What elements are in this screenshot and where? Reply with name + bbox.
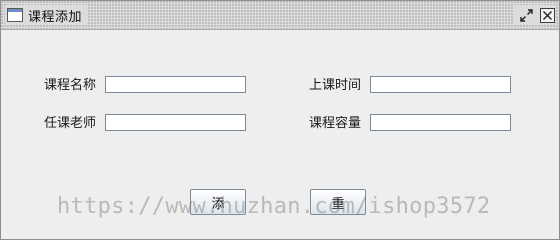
teacher-input[interactable] bbox=[105, 114, 246, 131]
course-name-label: 课程名称 bbox=[44, 78, 97, 93]
class-time-input[interactable] bbox=[370, 76, 511, 93]
course-name-input[interactable] bbox=[105, 76, 246, 93]
add-button[interactable]: 添 bbox=[190, 189, 246, 215]
course-add-window: 课程添加 课程名称 上课时间 任课老师 课程容量 添 重 https://www… bbox=[0, 0, 560, 240]
window-controls bbox=[513, 5, 555, 25]
teacher-label: 任课老师 bbox=[44, 116, 97, 131]
window-app-icon bbox=[7, 8, 23, 22]
window-title: 课程添加 bbox=[28, 9, 83, 25]
reset-button[interactable]: 重 bbox=[310, 189, 366, 215]
capacity-input[interactable] bbox=[370, 114, 511, 131]
title-group: 课程添加 bbox=[5, 5, 89, 25]
class-time-label: 上课时间 bbox=[309, 78, 362, 93]
restore-icon bbox=[520, 8, 533, 22]
restore-button[interactable] bbox=[519, 8, 534, 23]
close-button[interactable] bbox=[540, 7, 555, 23]
title-bar[interactable]: 课程添加 bbox=[1, 1, 559, 30]
watermark-text: https://www.huzhan.com/ishop3572 bbox=[57, 194, 491, 219]
capacity-label: 课程容量 bbox=[309, 116, 362, 131]
close-icon bbox=[543, 10, 552, 20]
